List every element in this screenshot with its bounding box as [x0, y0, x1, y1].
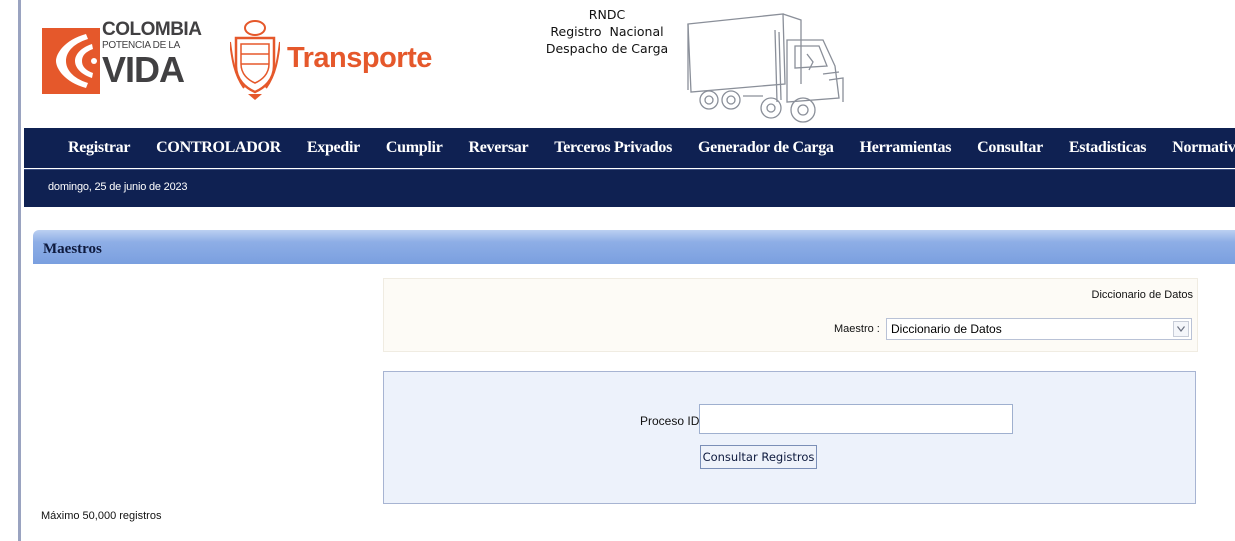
nav-consultar[interactable]: Consultar: [964, 128, 1056, 168]
nav-normatividad[interactable]: Normatividad: [1159, 128, 1235, 168]
site-header: COLOMBIA POTENCIA DE LA VIDA Transporte …: [0, 0, 1235, 128]
nav-generador-de-carga[interactable]: Generador de Carga: [685, 128, 847, 168]
date-bar: domingo, 25 de junio de 2023: [24, 169, 1235, 207]
truck-icon: [687, 13, 844, 123]
panel-title: Maestros: [43, 241, 102, 257]
colombia-logo-text: COLOMBIA POTENCIA DE LA VIDA: [102, 19, 202, 90]
nav-reversar[interactable]: Reversar: [456, 128, 542, 168]
logo-line-vida: VIDA: [102, 49, 185, 90]
nav-registrar[interactable]: Registrar: [24, 128, 143, 168]
dictionary-label: Diccionario de Datos: [1091, 289, 1194, 301]
nav-cumplir[interactable]: Cumplir: [373, 128, 456, 168]
colombia-logo-mark: [42, 28, 100, 94]
maestro-select[interactable]: Diccionario de Datos: [886, 318, 1192, 340]
rndc-title: RNDC: [588, 7, 626, 22]
coat-of-arms-icon: [230, 20, 280, 100]
rndc-line-registro: Registro Nacional: [550, 24, 664, 39]
maestro-selected-value: Diccionario de Datos: [891, 322, 1002, 336]
colombia-logo[interactable]: COLOMBIA POTENCIA DE LA VIDA: [42, 20, 202, 102]
search-box: Proceso ID Consultar Registros: [383, 371, 1196, 504]
main-nav: Registrar CONTROLADOR Expedir Cumplir Re…: [24, 128, 1235, 168]
current-date: domingo, 25 de junio de 2023: [48, 181, 188, 193]
nav-items: Registrar CONTROLADOR Expedir Cumplir Re…: [24, 128, 1235, 168]
maestro-label: Maestro :: [834, 323, 880, 335]
chevron-down-icon[interactable]: [1173, 321, 1189, 337]
nav-herramientas[interactable]: Herramientas: [847, 128, 964, 168]
rndc-block: RNDC Registro Nacional Despacho de Carga: [533, 6, 681, 57]
rndc-line-despacho: Despacho de Carga: [545, 41, 669, 56]
maestro-selector-box: Diccionario de Datos Maestro : Diccionar…: [383, 278, 1198, 352]
proceso-id-input[interactable]: [699, 404, 1013, 434]
logo-line-colombia: COLOMBIA: [102, 19, 202, 40]
brand-transporte[interactable]: Transporte: [287, 42, 432, 75]
nav-expedir[interactable]: Expedir: [294, 128, 373, 168]
nav-terceros-privados[interactable]: Terceros Privados: [541, 128, 685, 168]
proceso-id-label: Proceso ID: [640, 414, 700, 428]
nav-estadisticas[interactable]: Estadisticas: [1056, 128, 1159, 168]
panel-header: Maestros: [33, 230, 1235, 264]
max-records-note: Máximo 50,000 registros: [41, 510, 162, 522]
nav-controlador[interactable]: CONTROLADOR: [143, 128, 294, 168]
consultar-registros-button[interactable]: Consultar Registros: [700, 445, 817, 469]
